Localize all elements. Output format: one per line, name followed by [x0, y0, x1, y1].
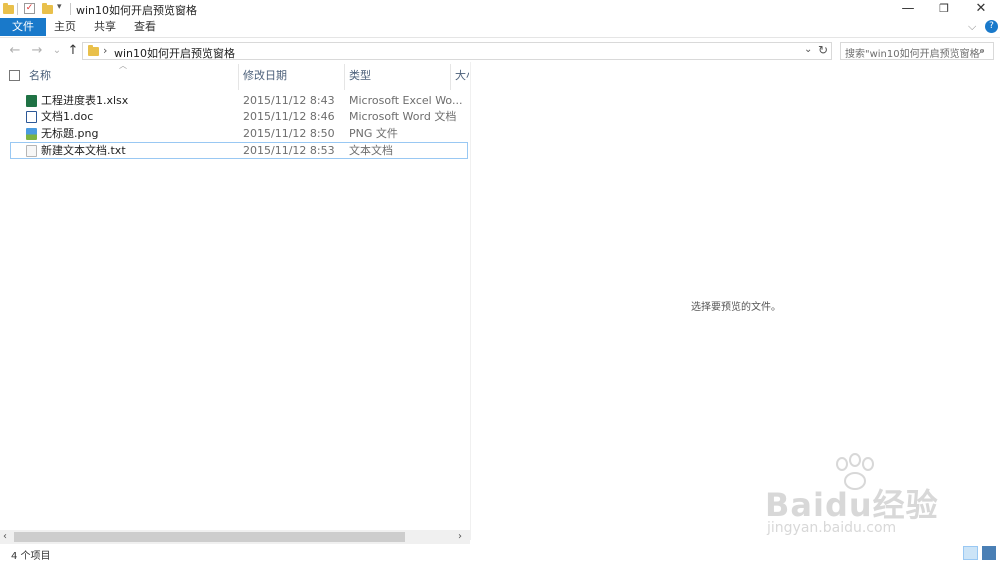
file-name: 文档1.doc	[41, 110, 94, 123]
horizontal-scrollbar[interactable]: ‹ ›	[0, 530, 470, 544]
file-date: 2015/11/12 8:43	[243, 94, 335, 107]
help-icon[interactable]: ?	[985, 20, 998, 33]
new-folder-icon[interactable]	[42, 3, 53, 14]
column-header-name[interactable]: 名称	[29, 68, 51, 84]
breadcrumb[interactable]: win10如何开启预览窗格	[114, 45, 235, 61]
details-view-icon[interactable]	[963, 546, 978, 560]
address-dropdown-icon[interactable]: ⌄	[804, 44, 812, 55]
scrollbar-thumb[interactable]	[14, 532, 405, 542]
column-divider[interactable]	[450, 64, 451, 90]
search-box[interactable]: 搜索"win10如何开启预览窗格" ⌕	[840, 42, 994, 60]
text-file-icon	[26, 145, 37, 157]
divider	[17, 3, 18, 15]
baidu-watermark: Baidu经验 jingyan.baidu.com	[765, 452, 955, 542]
tab-file[interactable]: 文件	[0, 18, 46, 36]
minimize-button[interactable]: —	[893, 0, 923, 18]
file-row-focused[interactable]: 新建文本文档.txt 2015/11/12 8:53 文本文档	[10, 142, 468, 159]
up-button[interactable]: ↑	[64, 42, 82, 60]
status-bar: 4 个项目	[0, 544, 1000, 563]
select-all-checkbox[interactable]	[9, 70, 20, 81]
column-divider[interactable]	[344, 64, 345, 90]
file-row[interactable]: 无标题.png 2015/11/12 8:50 PNG 文件	[10, 126, 468, 142]
forward-button[interactable]: →	[28, 42, 46, 60]
ribbon-tabs: 文件 主页 共享 查看 ⌵ ?	[0, 18, 1000, 38]
window-title: win10如何开启预览窗格	[76, 4, 198, 17]
column-divider[interactable]	[238, 64, 239, 90]
file-type: 文本文档	[349, 144, 393, 157]
breadcrumb-chevron-icon: ›	[103, 44, 108, 57]
close-button[interactable]: ✕	[966, 0, 996, 18]
column-header-size[interactable]: 大小	[455, 68, 469, 84]
tab-share[interactable]: 共享	[84, 18, 126, 36]
search-input[interactable]: 搜索"win10如何开启预览窗格"	[845, 45, 984, 60]
file-list: ︿ 名称 修改日期 类型 大小 工程进度表1.xlsx 2015/11/12 8…	[0, 61, 470, 530]
tab-home[interactable]: 主页	[44, 18, 86, 36]
excel-file-icon	[26, 95, 37, 107]
file-name: 无标题.png	[41, 127, 99, 140]
customize-toolbar-icon[interactable]: ▾	[57, 2, 62, 12]
file-row[interactable]: 工程进度表1.xlsx 2015/11/12 8:43 Microsoft Ex…	[10, 93, 468, 109]
title-bar: ✓ ▾ win10如何开启预览窗格 — ❐ ✕	[0, 0, 1000, 18]
watermark-url: jingyan.baidu.com	[767, 520, 897, 536]
column-header-date[interactable]: 修改日期	[243, 68, 287, 84]
file-date: 2015/11/12 8:50	[243, 127, 335, 140]
large-icons-view-icon[interactable]	[982, 546, 996, 560]
file-date: 2015/11/12 8:46	[243, 110, 335, 123]
restore-button[interactable]: ❐	[929, 0, 959, 18]
folder-icon	[3, 3, 14, 14]
divider	[70, 3, 71, 15]
tab-view[interactable]: 查看	[124, 18, 166, 36]
properties-icon[interactable]: ✓	[24, 3, 35, 14]
sort-ascending-icon: ︿	[119, 61, 127, 70]
file-type: PNG 文件	[349, 127, 398, 140]
navigation-bar: ← → ⌄ ↑ › win10如何开启预览窗格 ⌄ ↻ 搜索"win10如何开启…	[0, 40, 1000, 62]
file-type: Microsoft Excel Wo...	[349, 94, 463, 107]
back-button[interactable]: ←	[6, 42, 24, 60]
file-date: 2015/11/12 8:53	[243, 144, 335, 157]
item-count: 4 个项目	[11, 551, 51, 562]
file-name: 新建文本文档.txt	[41, 144, 126, 157]
word-file-icon	[26, 111, 37, 123]
scroll-left-icon[interactable]: ‹	[3, 530, 7, 544]
image-file-icon	[26, 128, 37, 140]
preview-message: 选择要预览的文件。	[691, 302, 781, 313]
refresh-button[interactable]: ↻	[818, 43, 828, 57]
file-type: Microsoft Word 文档	[349, 110, 457, 123]
folder-icon	[88, 45, 99, 56]
file-name: 工程进度表1.xlsx	[41, 94, 129, 107]
search-icon[interactable]: ⌕	[979, 44, 985, 58]
expand-ribbon-icon[interactable]: ⌵	[968, 20, 976, 34]
address-bar[interactable]: › win10如何开启预览窗格 ⌄ ↻	[82, 42, 832, 60]
scroll-right-icon[interactable]: ›	[458, 530, 462, 544]
file-row[interactable]: 文档1.doc 2015/11/12 8:46 Microsoft Word 文…	[10, 109, 468, 125]
column-header-type[interactable]: 类型	[349, 68, 371, 84]
